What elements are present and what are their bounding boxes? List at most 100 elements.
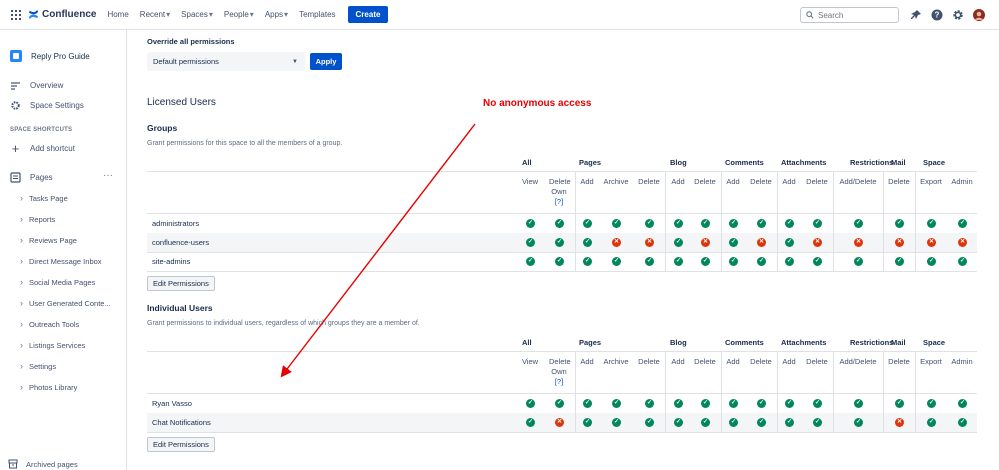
page-tree-item[interactable]: › Reports	[20, 214, 55, 224]
nav-item-people[interactable]: People ▾	[224, 10, 254, 19]
check-icon: ✓	[555, 257, 564, 266]
add-shortcut-link[interactable]: + Add shortcut	[10, 142, 75, 155]
chevron-right-icon[interactable]: ›	[20, 256, 23, 266]
check-icon: ✓	[612, 257, 621, 266]
column-separator	[777, 351, 778, 432]
check-icon: ✓	[555, 219, 564, 228]
help-link[interactable]: [?]	[539, 197, 579, 207]
page-tree-item[interactable]: › Listings Services	[20, 340, 85, 350]
more-options-icon[interactable]: ···	[103, 170, 113, 181]
page-tree-item-label: Reports	[29, 214, 56, 224]
chevron-down-icon: ▾	[208, 10, 213, 19]
check-icon: ✓	[729, 418, 738, 427]
sidebar-item-space-settings[interactable]: Space Settings	[10, 100, 84, 111]
nav-item-spaces[interactable]: Spaces ▾	[181, 10, 213, 19]
help-link[interactable]: [?]	[539, 377, 579, 387]
page-tree-item[interactable]: › Direct Message Inbox	[20, 256, 102, 266]
check-icon: ✓	[583, 238, 592, 247]
category-header: Restrictions	[850, 158, 894, 167]
page-tree-item[interactable]: › Social Media Pages	[20, 277, 95, 287]
page-tree-item-label: Outreach Tools	[29, 319, 80, 329]
help-icon[interactable]: ?	[931, 9, 943, 21]
page-tree-item[interactable]: › Outreach Tools	[20, 319, 79, 329]
nav-item-templates[interactable]: Templates	[299, 10, 335, 19]
archived-pages-label: Archived pages	[26, 459, 78, 469]
notification-icon[interactable]	[910, 9, 922, 21]
sidebar-item-overview[interactable]: Overview	[10, 80, 63, 91]
check-icon: ✓	[757, 399, 766, 408]
space-header[interactable]: Reply Pro Guide	[10, 50, 90, 62]
logo-text: Confluence	[42, 9, 97, 20]
app-switcher-icon[interactable]	[11, 9, 21, 20]
check-icon: ✓	[854, 399, 863, 408]
column-separator	[721, 171, 722, 271]
chevron-right-icon[interactable]: ›	[20, 298, 23, 308]
nav-item-label: Apps	[264, 10, 284, 19]
check-icon: ✓	[927, 418, 936, 427]
check-icon: ✓	[813, 257, 822, 266]
page-tree-item[interactable]: › Settings	[20, 361, 56, 371]
page-tree-item-label: Reviews Page	[29, 235, 77, 245]
sidebar: Reply Pro Guide Overview Space Settings …	[0, 30, 127, 470]
nav-item-apps[interactable]: Apps ▾	[265, 10, 288, 19]
create-button[interactable]: Create	[347, 6, 389, 23]
check-icon: ✓	[645, 257, 654, 266]
table-divider	[147, 171, 977, 172]
individual-users-description: Grant permissions to individual users, r…	[147, 320, 420, 327]
settings-icon[interactable]	[952, 9, 964, 21]
nav-item-label: Recent	[139, 10, 166, 19]
licensed-users-heading: Licensed Users	[147, 97, 216, 108]
column-separator	[575, 171, 576, 271]
search-box[interactable]	[800, 7, 899, 23]
check-icon: ✓	[583, 418, 592, 427]
chevron-right-icon[interactable]: ›	[20, 235, 23, 245]
page-tree-item[interactable]: › Reviews Page	[20, 235, 77, 245]
column-separator	[883, 351, 884, 432]
nav-item-label: Spaces	[181, 10, 208, 19]
space-icon	[10, 50, 22, 62]
check-icon: ✓	[674, 257, 683, 266]
check-icon: ✓	[813, 399, 822, 408]
archived-pages-link[interactable]: Archived pages	[8, 459, 78, 469]
check-icon: ✓	[958, 399, 967, 408]
chevron-right-icon[interactable]: ›	[20, 361, 23, 371]
permissions-select[interactable]: Default permissions ▼	[147, 52, 305, 71]
check-icon: ✓	[785, 219, 794, 228]
column-separator	[833, 351, 834, 432]
search-input[interactable]	[818, 10, 888, 20]
page-tree-item[interactable]: › User Generated Conte...	[20, 298, 111, 308]
category-header: Mail	[891, 158, 906, 167]
chevron-right-icon[interactable]: ›	[20, 319, 23, 329]
nav-item-home[interactable]: Home	[107, 10, 128, 19]
confluence-logo[interactable]: Confluence	[28, 9, 96, 20]
groups-edit-permissions-button[interactable]: Edit Permissions	[147, 276, 215, 291]
row-name: confluence-users	[152, 238, 210, 247]
page-tree-item[interactable]: › Tasks Page	[20, 193, 68, 203]
chevron-right-icon[interactable]: ›	[20, 340, 23, 350]
gear-icon	[11, 101, 20, 110]
column-separator	[665, 351, 666, 432]
cross-icon: ✕	[895, 238, 904, 247]
cross-icon: ✕	[958, 238, 967, 247]
individuals-edit-permissions-button[interactable]: Edit Permissions	[147, 437, 215, 452]
avatar[interactable]	[973, 9, 985, 21]
table-row: administrators ✓ ✓ ✓ ✓ ✓ ✓ ✓ ✓ ✓ ✓ ✓ ✓ ✓ ✓ ✓	[147, 214, 977, 233]
check-icon: ✓	[526, 257, 535, 266]
page-tree-item-label: Photos Library	[29, 382, 78, 392]
chevron-right-icon[interactable]: ›	[20, 214, 23, 224]
sidebar-item-pages[interactable]: Pages	[10, 172, 53, 183]
page-tree-item[interactable]: › Photos Library	[20, 382, 77, 392]
category-header: Restrictions	[850, 338, 894, 347]
page-tree-item-label: Tasks Page	[29, 193, 68, 203]
chevron-right-icon[interactable]: ›	[20, 193, 23, 203]
check-icon: ✓	[674, 238, 683, 247]
cross-icon: ✕	[927, 238, 936, 247]
check-icon: ✓	[701, 257, 710, 266]
apply-button[interactable]: Apply	[310, 53, 342, 70]
nav-item-recent[interactable]: Recent ▾	[140, 10, 170, 19]
chevron-right-icon[interactable]: ›	[20, 382, 23, 392]
category-header: All	[522, 158, 532, 167]
column-separator	[915, 171, 916, 271]
chevron-right-icon[interactable]: ›	[20, 277, 23, 287]
category-header: Space	[923, 158, 946, 167]
